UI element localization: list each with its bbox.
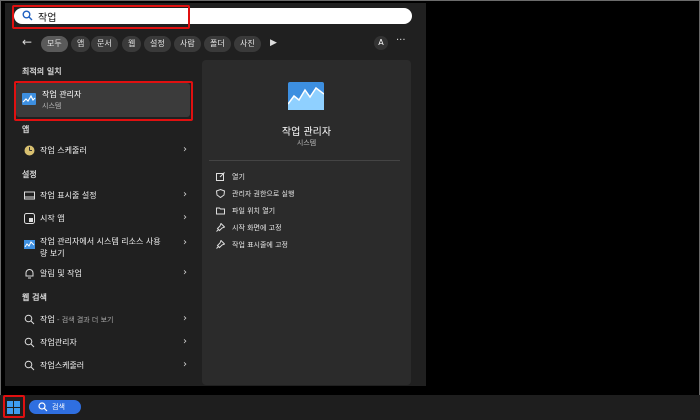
chevron-right-icon[interactable]: › bbox=[183, 267, 187, 278]
section-best-match: 최적의 일치 bbox=[22, 67, 62, 76]
list-item-label: 알림 및 작업 bbox=[40, 269, 82, 278]
detail-subtitle: 시스템 bbox=[296, 139, 317, 147]
web-result-task-manager[interactable]: 작업관리자 › bbox=[19, 334, 191, 352]
task-manager-large-icon bbox=[288, 82, 324, 110]
list-item-taskbar-settings[interactable]: 작업 표시줄 설정 › bbox=[19, 187, 191, 205]
section-web-search: 웹 검색 bbox=[22, 293, 47, 302]
account-avatar[interactable]: A bbox=[374, 36, 388, 50]
list-item-label: 작업 스케줄러 bbox=[40, 146, 87, 155]
task-manager-icon bbox=[24, 240, 35, 249]
more-options-icon[interactable]: ··· bbox=[396, 35, 406, 46]
filter-people[interactable]: 사람 bbox=[174, 36, 201, 52]
list-item-notifications[interactable]: 알림 및 작업 › bbox=[19, 265, 191, 283]
search-icon bbox=[24, 337, 35, 348]
web-result-task-scheduler[interactable]: 작업스케줄러 › bbox=[19, 357, 191, 375]
folder-icon bbox=[216, 207, 225, 215]
list-item-startup-apps[interactable]: 시작 앱 › bbox=[19, 210, 191, 228]
start-highlight-box bbox=[3, 395, 25, 418]
search-icon bbox=[38, 402, 48, 412]
shield-icon bbox=[216, 189, 225, 198]
more-filters-play-icon[interactable]: ▶ bbox=[270, 38, 277, 48]
filter-web[interactable]: 웹 bbox=[122, 36, 142, 52]
search-icon bbox=[24, 314, 35, 325]
filter-all[interactable]: 모두 bbox=[41, 36, 68, 52]
clock-icon bbox=[24, 145, 35, 156]
chevron-right-icon[interactable]: › bbox=[183, 237, 187, 248]
list-item-view-resource-usage[interactable]: 작업 관리자에서 시스템 리소스 사용 량 보기 › bbox=[19, 234, 191, 262]
detail-title: 작업 관리자 bbox=[281, 127, 332, 138]
startup-apps-icon bbox=[24, 213, 35, 224]
taskbar-search-button[interactable]: 검색 bbox=[29, 400, 81, 414]
action-label: 시작 화면에 고정 bbox=[232, 224, 282, 232]
pin-icon bbox=[216, 240, 225, 249]
section-settings: 설정 bbox=[22, 170, 37, 179]
filter-apps[interactable]: 앱 bbox=[71, 36, 91, 52]
action-label: 관리자 권한으로 실행 bbox=[232, 190, 295, 198]
list-item-label: 시작 앱 bbox=[40, 214, 65, 223]
list-item-label-line2: 량 보기 bbox=[40, 249, 65, 258]
section-apps: 앱 bbox=[22, 125, 30, 134]
chevron-right-icon[interactable]: › bbox=[183, 359, 187, 370]
web-result-task[interactable]: 작업 - 검색 결과 더 보기 › bbox=[19, 311, 191, 329]
back-arrow-icon[interactable]: ← bbox=[22, 35, 32, 49]
filter-settings[interactable]: 설정 bbox=[144, 36, 171, 52]
chevron-right-icon[interactable]: › bbox=[183, 189, 187, 200]
list-item-label: 작업 표시줄 설정 bbox=[40, 191, 97, 200]
action-label: 파일 위치 열기 bbox=[232, 207, 276, 215]
chevron-right-icon[interactable]: › bbox=[183, 212, 187, 223]
best-match-highlight-box bbox=[14, 81, 193, 121]
chevron-right-icon[interactable]: › bbox=[183, 313, 187, 324]
action-label: 열기 bbox=[232, 173, 245, 181]
bell-icon bbox=[25, 269, 34, 279]
detail-pane: 작업 관리자 시스템 열기 관리자 권한으로 실행 파일 위치 열기 시작 화면… bbox=[202, 60, 411, 385]
taskbar-icon bbox=[24, 191, 35, 200]
chevron-right-icon[interactable]: › bbox=[183, 336, 187, 347]
taskbar bbox=[0, 395, 700, 420]
list-item-label: 작업 - 검색 결과 더 보기 bbox=[40, 315, 114, 324]
taskbar-search-label: 검색 bbox=[52, 403, 65, 411]
open-icon bbox=[216, 172, 225, 181]
filter-folders[interactable]: 폴더 bbox=[204, 36, 231, 52]
filter-documents[interactable]: 문서 bbox=[91, 36, 118, 52]
pin-icon bbox=[216, 223, 225, 232]
list-item-label: 작업스케줄러 bbox=[40, 361, 85, 370]
web-result-subtext: - 검색 결과 더 보기 bbox=[54, 316, 114, 324]
divider bbox=[209, 160, 400, 161]
filter-photos[interactable]: 사진 bbox=[234, 36, 261, 52]
list-item-label-line1: 작업 관리자에서 시스템 리소스 사용 bbox=[40, 237, 161, 246]
action-label: 작업 표시줄에 고정 bbox=[232, 241, 288, 249]
list-item-task-scheduler[interactable]: 작업 스케줄러 › bbox=[19, 142, 191, 160]
chevron-right-icon[interactable]: › bbox=[183, 144, 187, 155]
search-icon bbox=[24, 360, 35, 371]
search-highlight-box bbox=[12, 5, 190, 29]
list-item-label: 작업관리자 bbox=[40, 338, 77, 347]
